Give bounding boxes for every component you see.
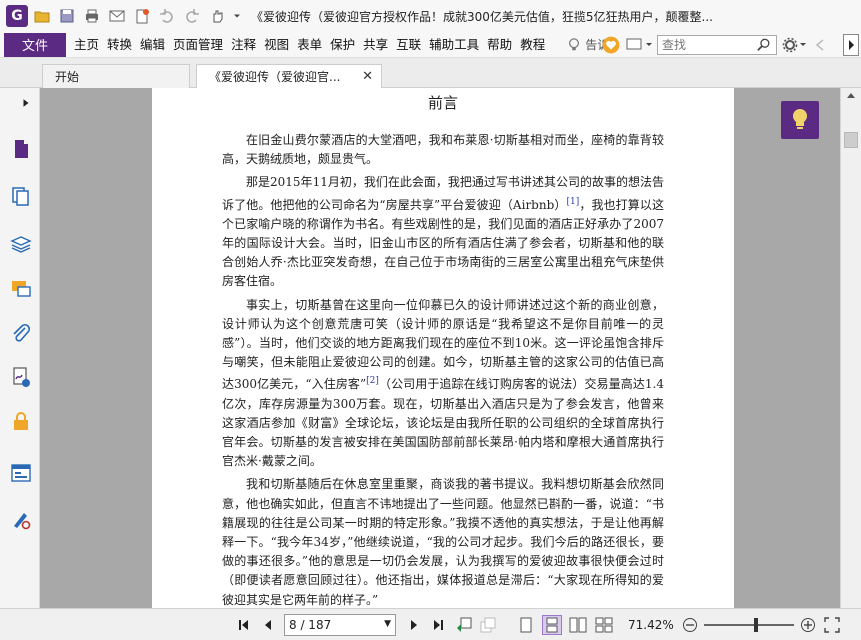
sidebar-expand-icon[interactable]	[18, 90, 34, 116]
paragraph: 在旧金山费尔蒙酒店的大堂酒吧，我和布莱恩·切斯基相对而坐，座椅的靠背较高，天鹅绒…	[222, 133, 664, 167]
open-folder-icon[interactable]	[31, 5, 53, 27]
comment-tool-icon[interactable]	[626, 36, 654, 54]
heart-icon[interactable]	[602, 36, 620, 54]
tab-bar: 开始 《爱彼迎传（爱彼迎官... ✕	[0, 58, 861, 88]
scroll-up-arrow[interactable]	[845, 90, 857, 102]
pages-panel-icon[interactable]	[8, 183, 34, 209]
menu-convert[interactable]: 转换	[103, 33, 136, 57]
continuous-view-icon[interactable]	[542, 614, 562, 635]
menu-accessibility[interactable]: 辅助工具	[425, 33, 483, 57]
status-bar: 8 / 187 ▼ 71.42%	[0, 608, 861, 640]
menu-home[interactable]: 主页	[70, 33, 103, 57]
menu-share[interactable]: 共享	[359, 33, 392, 57]
email-icon[interactable]	[106, 5, 128, 27]
lock-icon[interactable]	[8, 408, 34, 434]
page-heading: 前言	[427, 94, 458, 112]
fullscreen-icon[interactable]	[822, 615, 842, 635]
signature-icon[interactable]	[8, 364, 34, 390]
footnote-link[interactable]: [2]	[366, 376, 379, 386]
go-back-icon[interactable]	[454, 615, 474, 635]
redo-icon[interactable]	[181, 5, 203, 27]
app-logo[interactable]: G	[6, 5, 28, 27]
vertical-scrollbar[interactable]	[840, 88, 861, 608]
save-icon[interactable]	[56, 5, 78, 27]
previous-page-icon[interactable]	[258, 615, 278, 635]
page-number-input[interactable]: 8 / 187 ▼	[284, 613, 396, 636]
file-menu[interactable]: 文件	[4, 32, 66, 57]
tab-start[interactable]: 开始	[42, 64, 190, 88]
lightbulb-icon	[569, 37, 580, 50]
tab-label: 开始	[55, 70, 80, 84]
go-forward-icon[interactable]	[478, 615, 498, 635]
comments-panel-icon[interactable]	[8, 276, 34, 302]
menu-connect[interactable]: 互联	[392, 33, 425, 57]
pdf-page[interactable]: 前言 在旧金山费尔蒙酒店的大堂酒吧，我和布莱恩·切斯基相对而坐，座椅的靠背较高，…	[152, 88, 734, 608]
hand-tool-icon[interactable]	[206, 5, 228, 27]
menu-bar: 文件 主页 转换 编辑 页面管理 注释 视图 表单 保护 共享 互联 辅助工具 …	[0, 32, 861, 58]
search-input[interactable]	[658, 36, 754, 54]
ribbon-right-icon[interactable]	[843, 34, 859, 56]
window-title: 《爱彼迎传（爱彼迎官方授权作品！成就300亿美元估值，狂揽5亿狂热用户，颠覆整.…	[251, 9, 713, 24]
search-box[interactable]	[657, 35, 777, 55]
document-view[interactable]: 前言 在旧金山费尔蒙酒店的大堂酒吧，我和布莱恩·切斯基相对而坐，座椅的靠背较高，…	[40, 88, 840, 608]
page-indicator: 8 / 187	[289, 617, 332, 632]
menu-edit[interactable]: 编辑	[136, 33, 169, 57]
menu-protect[interactable]: 保护	[326, 33, 359, 57]
insight-lightbulb-button[interactable]	[781, 101, 819, 139]
page-thumbnail-icon[interactable]	[8, 136, 34, 162]
menu-help[interactable]: 帮助	[483, 33, 516, 57]
close-icon[interactable]: ✕	[362, 69, 373, 84]
layers-icon[interactable]	[8, 230, 34, 256]
facing-view-icon[interactable]	[568, 615, 588, 635]
first-page-icon[interactable]	[234, 615, 254, 635]
title-bar: G 《爱彼迎传（爱彼迎官方授权作品！成就300亿美元估值，狂揽5亿狂热用户，颠覆…	[0, 0, 861, 32]
zoom-slider[interactable]	[704, 617, 794, 632]
print-icon[interactable]	[81, 5, 103, 27]
search-icon[interactable]	[754, 36, 774, 54]
gear-icon[interactable]	[782, 36, 808, 54]
menu-tutorial[interactable]: 教程	[516, 33, 549, 57]
menu-comment[interactable]: 注释	[227, 33, 260, 57]
tab-label: 《爱彼迎传（爱彼迎官...	[209, 70, 341, 84]
sign-stamp-icon[interactable]	[8, 506, 34, 532]
single-page-view-icon[interactable]	[516, 615, 536, 635]
last-page-icon[interactable]	[428, 615, 448, 635]
zoom-slider-thumb[interactable]	[754, 617, 758, 632]
zoom-level[interactable]: 71.42%	[628, 618, 680, 632]
chevron-down-icon[interactable]: ▼	[384, 619, 391, 629]
undo-icon[interactable]	[156, 5, 178, 27]
paragraph: 那是2015年11月初，我们在此会面，我把通过写书讲述其公司的故事的想法告诉了他…	[222, 173, 664, 291]
zoom-out-icon[interactable]	[680, 615, 700, 635]
chevron-down-icon[interactable]	[231, 5, 243, 27]
ribbon-left-icon[interactable]	[814, 38, 826, 52]
scrollbar-thumb[interactable]	[844, 132, 858, 148]
attachment-icon[interactable]	[8, 320, 34, 346]
menu-form[interactable]: 表单	[293, 33, 326, 57]
menu-page-management[interactable]: 页面管理	[169, 33, 227, 57]
lightbulb-icon	[793, 109, 807, 129]
continuous-facing-view-icon[interactable]	[594, 615, 614, 635]
tab-document[interactable]: 《爱彼迎传（爱彼迎官... ✕	[196, 64, 382, 88]
next-page-icon[interactable]	[404, 615, 424, 635]
footnote-link[interactable]: [1]	[566, 197, 579, 207]
zoom-in-icon[interactable]	[798, 615, 818, 635]
paragraph: 我和切斯基随后在休息室里重聚，商谈我的著书提议。我料想切斯基会欣然同意，他也确实…	[222, 477, 664, 607]
paragraph: 事实上，切斯基曾在这里向一位仰慕已久的设计师讲述过这个新的商业创意，设计师认为这…	[222, 296, 664, 472]
menu-view[interactable]: 视图	[260, 33, 293, 57]
new-document-icon[interactable]	[131, 5, 153, 27]
left-sidebar	[0, 88, 40, 608]
form-fields-icon[interactable]	[8, 460, 34, 486]
